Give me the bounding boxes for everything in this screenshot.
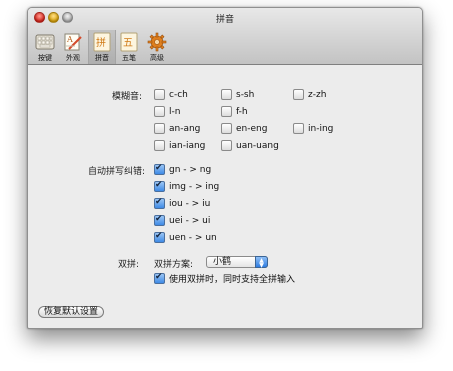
svg-text:五: 五 [123, 38, 133, 49]
autocorrect-option-iou-iu[interactable]: ✔ iou - > iu [154, 197, 211, 209]
toolbar-item-label: 五笔 [122, 54, 136, 62]
keyboard-icon [35, 34, 55, 50]
toolbar-item-advanced[interactable]: 高级 [144, 32, 170, 64]
checkbox-label: iou - > iu [169, 198, 211, 209]
gear-icon [147, 32, 167, 52]
appearance-icon: A [64, 33, 82, 51]
shuangpin-section-label: 双拼: [118, 260, 140, 270]
toolbar-item-label: 拼音 [95, 54, 109, 62]
checkbox-label: an-ang [169, 123, 201, 134]
checkbox[interactable]: ✔ [154, 180, 165, 192]
fuzzy-option-c-ch[interactable]: c-ch [154, 89, 188, 100]
checkbox[interactable] [221, 140, 232, 151]
fuzzy-option-ian-iang[interactable]: ian-iang [154, 140, 205, 151]
toolbar-item-label: 按键 [38, 54, 52, 62]
checkbox[interactable]: ✔ [154, 272, 165, 284]
checkbox-label: uan-uang [236, 140, 279, 151]
checkbox-label: en-eng [236, 123, 268, 134]
autocorrect-option-uei-ui[interactable]: ✔ uei - > ui [154, 214, 211, 226]
autocorrect-option-uen-un[interactable]: ✔ uen - > un [154, 231, 217, 243]
checkbox[interactable] [221, 106, 232, 117]
autocorrect-option-img-ing[interactable]: ✔ img - > ing [154, 180, 220, 192]
select-arrows-icon: ▲ ▼ [255, 256, 268, 269]
checkbox[interactable] [293, 89, 304, 100]
shuangpin-support-full-checkbox[interactable]: ✔ 使用双拼时，同时支持全拼输入 [154, 272, 295, 285]
checkbox-label: gn - > ng [169, 164, 212, 175]
checkbox[interactable] [154, 123, 165, 134]
checkbox[interactable] [293, 123, 304, 134]
checkbox-label: 使用双拼时，同时支持全拼输入 [169, 275, 296, 285]
checkbox-label: c-ch [169, 89, 188, 100]
wubi-icon: 五 [120, 32, 138, 52]
checkbox[interactable]: ✔ [154, 231, 165, 243]
shuangpin-scheme-label: 双拼方案: [154, 260, 194, 270]
checkbox[interactable] [154, 106, 165, 117]
fuzzy-option-z-zh[interactable]: z-zh [293, 89, 326, 100]
checkbox-label: s-sh [236, 89, 255, 100]
checkbox-label: l-n [169, 106, 181, 117]
toolbar-item-keys[interactable]: 按键 [32, 32, 58, 64]
checkbox-label: uen - > un [169, 232, 217, 243]
fuzzy-option-uan-uang[interactable]: uan-uang [221, 140, 279, 151]
fuzzy-option-f-h[interactable]: f-h [221, 106, 248, 117]
svg-text:拼: 拼 [96, 36, 106, 49]
fuzzy-option-l-n[interactable]: l-n [154, 106, 180, 117]
autocorrect-option-gn-ng[interactable]: ✔ gn - > ng [154, 163, 212, 175]
toolbar-item-appearance[interactable]: A 外观 [60, 32, 86, 64]
fuzzy-option-an-ang[interactable]: an-ang [154, 123, 200, 134]
fuzzy-section-label: 模糊音: [112, 92, 143, 102]
fuzzy-option-en-eng[interactable]: en-eng [221, 123, 267, 134]
checkbox-label: uei - > ui [169, 215, 211, 226]
toolbar: 拼音 按键 A 外观 拼 拼音 五 五笔 高级 [28, 8, 422, 65]
shuangpin-scheme-value: 小鹤 [213, 257, 232, 267]
svg-text:A: A [66, 35, 73, 44]
fuzzy-option-in-ing[interactable]: in-ing [293, 123, 333, 134]
toolbar-item-label: 高级 [150, 54, 164, 62]
checkbox[interactable] [154, 89, 165, 100]
checkbox[interactable]: ✔ [154, 197, 165, 209]
checkbox-label: f-h [236, 106, 248, 117]
checkbox[interactable] [221, 89, 232, 100]
checkbox[interactable]: ✔ [154, 214, 165, 226]
shuangpin-scheme-select[interactable]: 小鹤 ▲ ▼ [206, 256, 268, 269]
toolbar-item-pinyin[interactable]: 拼 拼音 [88, 30, 116, 64]
pinyin-icon: 拼 [93, 32, 111, 52]
checkbox-label: z-zh [308, 89, 327, 100]
toolbar-item-label: 外观 [66, 54, 80, 62]
checkbox[interactable] [154, 140, 165, 151]
window-title: 拼音 [215, 15, 234, 25]
checkbox-label: in-ing [308, 123, 334, 134]
checkbox-label: ian-iang [169, 140, 206, 151]
autocorrect-section-label: 自动拼写纠错: [88, 167, 146, 177]
toolbar-item-wubi[interactable]: 五 五笔 [116, 32, 142, 64]
restore-defaults-button[interactable]: 恢复默认设置 [38, 306, 104, 318]
checkbox[interactable] [221, 123, 232, 134]
checkbox[interactable]: ✔ [154, 163, 165, 175]
checkbox-label: img - > ing [169, 181, 220, 192]
fuzzy-option-s-sh[interactable]: s-sh [221, 89, 254, 100]
